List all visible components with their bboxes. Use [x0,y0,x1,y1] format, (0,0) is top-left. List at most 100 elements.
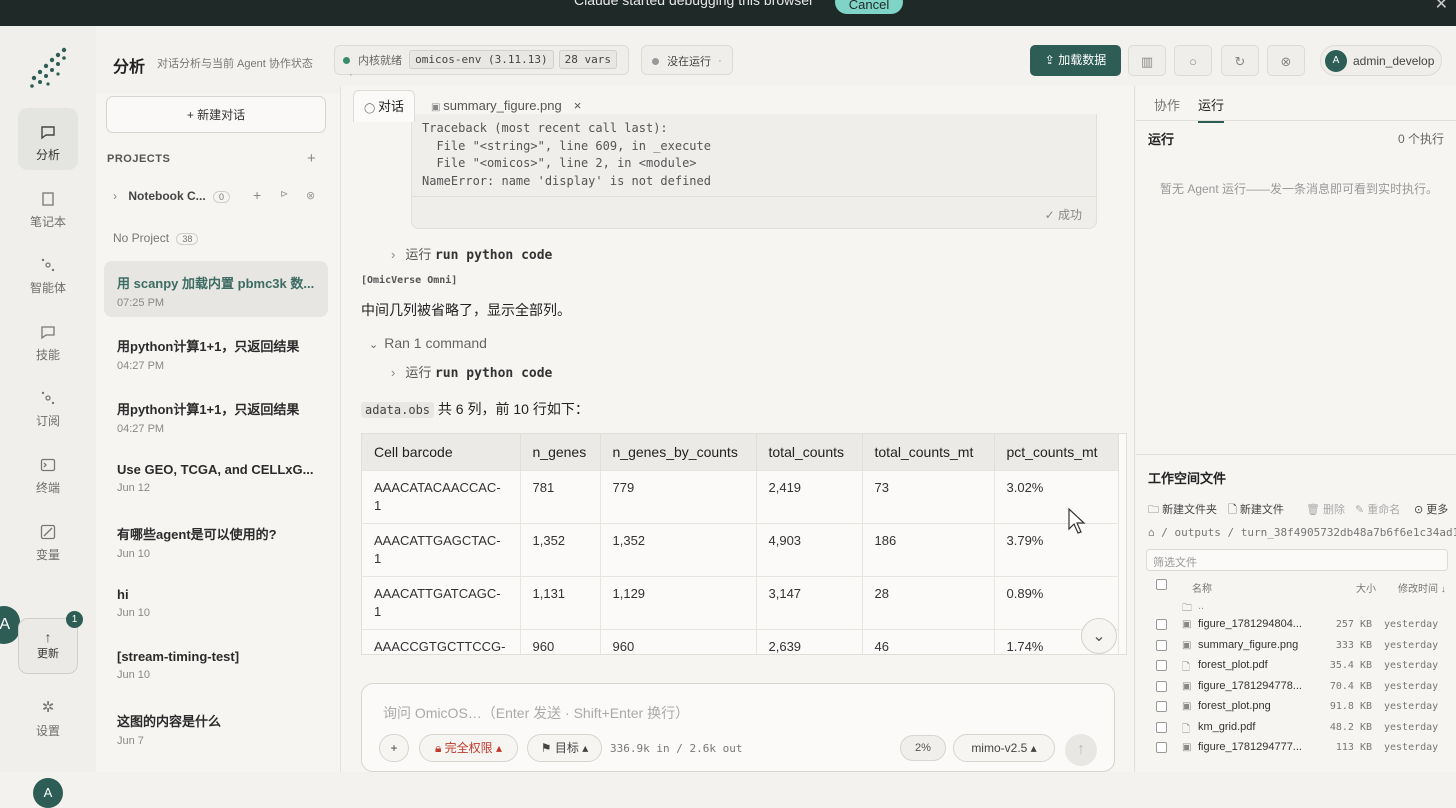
file-checkbox[interactable] [1156,640,1167,651]
select-all-checkbox[interactable] [1156,579,1167,590]
delete-button[interactable]: 🗑︎ 删除 [1306,501,1345,517]
close-tab-icon[interactable]: × [574,98,582,113]
no-project-group[interactable]: No Project 38 [113,231,199,245]
rail-item-skills[interactable]: 技能 [18,308,78,370]
composer-input[interactable]: 询问 OmicOS…（Enter 发送 · Shift+Enter 换行） [383,703,689,723]
lock-icon: 🔒︎ [434,741,445,755]
home-icon[interactable]: ⌂ [1148,526,1161,539]
new-chat-button[interactable]: + 新建对话 [106,96,326,133]
obs-table: Cell barcode n_genes n_genes_by_counts t… [361,433,1127,655]
file-checkbox[interactable] [1156,681,1167,692]
tag-icon[interactable]: ⊳ [280,189,288,200]
run-step[interactable]: › 运行 run python code [391,362,552,381]
image-icon: ▣ [1182,701,1192,712]
file-checkbox[interactable] [1156,619,1167,630]
add-icon[interactable]: + [253,187,261,203]
file-row[interactable]: ▣ forest_plot.png 91.8 KB yesterday [1136,697,1456,717]
tab-chat[interactable]: ◯ 对话 [353,90,415,122]
permission-selector[interactable]: 🔒︎ 完全权限 ▴ [419,734,518,762]
rail-label: 设置 [35,724,60,738]
load-data-button[interactable]: ⇪ 加载数据 [1030,45,1121,76]
column-header-size[interactable]: 大小 [1356,580,1376,595]
file-checkbox[interactable] [1156,660,1167,671]
image-icon: ▣ [1182,681,1192,692]
goal-selector[interactable]: ⚑ 目标 ▴ [527,734,602,762]
conversation-item[interactable]: 用 scanpy 加载内置 pbmc3k 数... 07:25 PM [104,261,328,317]
ran-command-toggle[interactable]: ⌄ Ran 1 command [369,335,487,351]
file-row[interactable]: 🗋︎ forest_plot.pdf 35.4 KB yesterday [1136,656,1456,676]
rail-item-analysis[interactable]: 分析 [18,108,78,170]
file-checkbox[interactable] [1156,742,1167,753]
file-row[interactable]: ▣ summary_figure.png 333 KB yesterday [1136,636,1456,656]
close-icon[interactable]: ✕ [1435,0,1448,14]
file-row[interactable]: 🗋︎ km_grid.pdf 48.2 KB yesterday [1136,718,1456,738]
kernel-status-pill[interactable]: 内核就绪 omicos-env (3.11.13) 28 vars · [334,45,629,81]
remove-icon[interactable]: ⊗ [306,189,315,202]
file-size: 91.8 KB [1329,701,1372,712]
user-avatar-partial[interactable]: A [0,606,20,644]
user-avatar[interactable]: A [33,778,63,808]
rail-label: 终端 [35,481,60,495]
arrow-up-icon: ↑ [1077,741,1085,758]
user-menu[interactable]: A admin_develop [1320,45,1442,76]
file-row[interactable]: ▣ figure_1781294777... 113 KB yesterday [1136,738,1456,758]
file-name: forest_plot.pdf [1198,659,1268,671]
obs-text: 共 6 列，前 10 行如下： [434,401,589,417]
message-composer[interactable]: 询问 OmicOS…（Enter 发送 · Shift+Enter 换行） + … [361,683,1115,772]
scroll-down-button[interactable]: ⌄ [1081,618,1117,654]
conversation-item[interactable]: 这图的内容是什么 Jun 7 [104,699,328,755]
update-button[interactable]: ↑ 更新 1 [18,611,83,674]
rail-item-variables[interactable]: 变量 [18,508,78,570]
new-file-button[interactable]: 🗋︎ 新建文件 [1228,501,1284,520]
project-item[interactable]: › Notebook C... 0 + ⊳ ⊗ [113,187,333,203]
rail-item-terminal[interactable]: 终端 [18,441,78,503]
run-status-pill[interactable]: 没在运行 · [641,45,733,75]
mouse-cursor-icon [1068,508,1086,534]
conversation-item[interactable]: 用python计算1+1，只返回结果 04:27 PM [104,387,328,443]
conversation-title: Use GEO, TCGA, and CELLxG... [117,462,314,477]
image-icon: ▣ [1182,619,1192,630]
table-cell: 1,352 [520,522,601,576]
conversation-item[interactable]: hi Jun 10 [104,575,328,631]
file-filter-input[interactable]: 筛选文件 [1146,549,1448,571]
tab-summary-figure[interactable]: ▣ summary_figure.png × [421,90,591,122]
cancel-debug-button[interactable]: Cancel [835,0,903,14]
add-project-icon[interactable]: + [307,150,316,167]
rail-item-subscriptions[interactable]: 订阅 [18,374,78,436]
file-checkbox[interactable] [1156,722,1167,733]
rail-item-settings[interactable]: ✲ 设置 [18,690,78,752]
tab-collaboration[interactable]: 协作 [1154,95,1180,114]
conversation-item[interactable]: Use GEO, TCGA, and CELLxG... Jun 12 [104,450,328,506]
new-folder-button[interactable]: 🗀︎ 新建文件夹 [1148,501,1217,520]
subscription-icon [41,391,55,405]
stop-button[interactable]: ⊗ [1267,45,1305,76]
conversation-item[interactable]: 有哪些agent是可以使用的? Jun 10 [104,512,328,568]
file-row[interactable]: ▣ figure_1781294778... 70.4 KB yesterday [1136,677,1456,697]
file-row[interactable]: ▣ figure_1781294804... 257 KB yesterday [1136,615,1456,635]
permission-label: 完全权限 [444,741,493,755]
rail-item-notebook[interactable]: 笔记本 [18,175,78,237]
status-button[interactable]: ○ [1174,45,1212,76]
more-button[interactable]: ⊙ 更多 [1414,501,1448,517]
refresh-button[interactable]: ↻ [1221,45,1259,76]
file-checkbox[interactable] [1156,701,1167,712]
send-button[interactable]: ↑ [1065,734,1097,766]
chevron-right-icon: › [113,189,117,203]
file-row-parent[interactable]: 🗀︎.. [1136,597,1456,617]
conversation-item[interactable]: [stream-timing-test] Jun 10 [104,637,328,693]
model-selector[interactable]: mimo-v2.5 ▴ [953,734,1055,762]
gear-icon: ✲ [41,699,55,716]
rename-button[interactable]: ✎ 重命名 [1355,501,1400,517]
tab-runs[interactable]: 运行 [1198,95,1225,123]
table-cell: 1,352 [600,522,757,576]
plus-icon: + [390,741,398,755]
column-header-modified[interactable]: 修改时间 ↓ [1398,580,1446,595]
user-name: admin_develop [1353,54,1435,68]
runs-heading: 运行 [1148,132,1175,147]
rail-item-agents[interactable]: 智能体 [18,241,78,303]
panel-toggle-button[interactable]: ▥ [1128,45,1166,76]
run-step[interactable]: › 运行 run python code [391,244,552,263]
conversation-item[interactable]: 用python计算1+1，只返回结果 04:27 PM [104,324,328,380]
attach-button[interactable]: + [379,734,409,762]
column-header-name[interactable]: 名称 [1192,580,1212,595]
